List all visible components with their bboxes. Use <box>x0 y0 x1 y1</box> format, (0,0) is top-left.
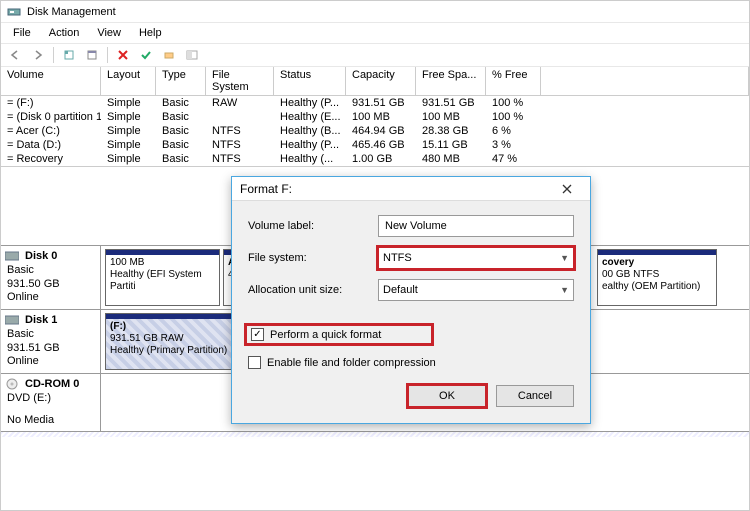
quick-format-checkbox[interactable]: ✓ Perform a quick format <box>251 328 427 341</box>
extend-button[interactable] <box>159 45 179 65</box>
menu-action[interactable]: Action <box>41 25 88 41</box>
cancel-button[interactable]: Cancel <box>496 385 574 407</box>
table-row[interactable]: = (F:)SimpleBasicRAWHealthy (P...931.51 … <box>1 96 749 110</box>
properties-button[interactable] <box>82 45 102 65</box>
refresh-button[interactable] <box>59 45 79 65</box>
col-capacity[interactable]: Capacity <box>346 67 416 95</box>
format-dialog: Format F: Volume label: File system: NTF… <box>231 176 591 424</box>
window-title: Disk Management <box>27 6 116 18</box>
chevron-down-icon: ▼ <box>560 285 569 295</box>
partition-efi[interactable]: 100 MB Healthy (EFI System Partiti <box>105 249 220 306</box>
compression-label: Enable file and folder compression <box>267 357 436 369</box>
dialog-title: Format F: <box>240 182 292 196</box>
status-bar <box>1 431 749 437</box>
allocation-label: Allocation unit size: <box>248 284 368 296</box>
table-row[interactable]: = (Disk 0 partition 1)SimpleBasicHealthy… <box>1 110 749 124</box>
col-volume[interactable]: Volume <box>1 67 101 95</box>
volume-label-label: Volume label: <box>248 220 368 232</box>
checkbox-checked-icon: ✓ <box>251 328 264 341</box>
table-row[interactable]: = RecoverySimpleBasicNTFSHealthy (...1.0… <box>1 152 749 166</box>
menubar: File Action View Help <box>1 23 749 43</box>
hdd-icon <box>5 314 19 326</box>
table-row[interactable]: = Data (D:)SimpleBasicNTFSHealthy (P...4… <box>1 138 749 152</box>
disk-label[interactable]: Disk 1 Basic 931.51 GB Online <box>1 310 101 373</box>
allocation-select[interactable]: Default ▼ <box>378 279 574 301</box>
col-spacer <box>541 67 749 95</box>
hdd-icon <box>5 250 19 262</box>
col-status[interactable]: Status <box>274 67 346 95</box>
shrink-button[interactable] <box>182 45 202 65</box>
col-layout[interactable]: Layout <box>101 67 156 95</box>
toolbar <box>1 43 749 67</box>
toolbar-separator <box>107 47 108 63</box>
volume-table: Volume Layout Type File System Status Ca… <box>1 67 749 167</box>
partition-f[interactable]: (F:) 931.51 GB RAW Healthy (Primary Part… <box>105 313 245 370</box>
volume-table-header: Volume Layout Type File System Status Ca… <box>1 67 749 96</box>
col-pctfree[interactable]: % Free <box>486 67 541 95</box>
ok-button[interactable]: OK <box>408 385 486 407</box>
titlebar: Disk Management <box>1 1 749 23</box>
col-freespace[interactable]: Free Spa... <box>416 67 486 95</box>
chevron-down-icon: ▼ <box>560 253 569 263</box>
quick-format-label: Perform a quick format <box>270 329 381 341</box>
toolbar-separator <box>53 47 54 63</box>
menu-file[interactable]: File <box>5 25 39 41</box>
delete-button[interactable] <box>113 45 133 65</box>
partition-recovery[interactable]: covery 00 GB NTFS ealthy (OEM Partition) <box>597 249 717 306</box>
checkbox-unchecked-icon <box>248 356 261 369</box>
menu-view[interactable]: View <box>89 25 129 41</box>
table-row[interactable]: = Acer (C:)SimpleBasicNTFSHealthy (B...4… <box>1 124 749 138</box>
disk-mgmt-icon <box>7 5 21 19</box>
forward-button[interactable] <box>28 45 48 65</box>
close-button[interactable] <box>552 177 582 201</box>
cdrom-icon <box>5 378 19 390</box>
check-button[interactable] <box>136 45 156 65</box>
compression-checkbox[interactable]: Enable file and folder compression <box>248 356 574 369</box>
volume-label-input[interactable] <box>378 215 574 237</box>
filesystem-label: File system: <box>248 252 368 264</box>
back-button[interactable] <box>5 45 25 65</box>
menu-help[interactable]: Help <box>131 25 170 41</box>
col-filesystem[interactable]: File System <box>206 67 274 95</box>
filesystem-select[interactable]: NTFS ▼ <box>378 247 574 269</box>
col-type[interactable]: Type <box>156 67 206 95</box>
disk-label[interactable]: CD-ROM 0 DVD (E:) No Media <box>1 374 101 431</box>
disk-label[interactable]: Disk 0 Basic 931.50 GB Online <box>1 246 101 309</box>
